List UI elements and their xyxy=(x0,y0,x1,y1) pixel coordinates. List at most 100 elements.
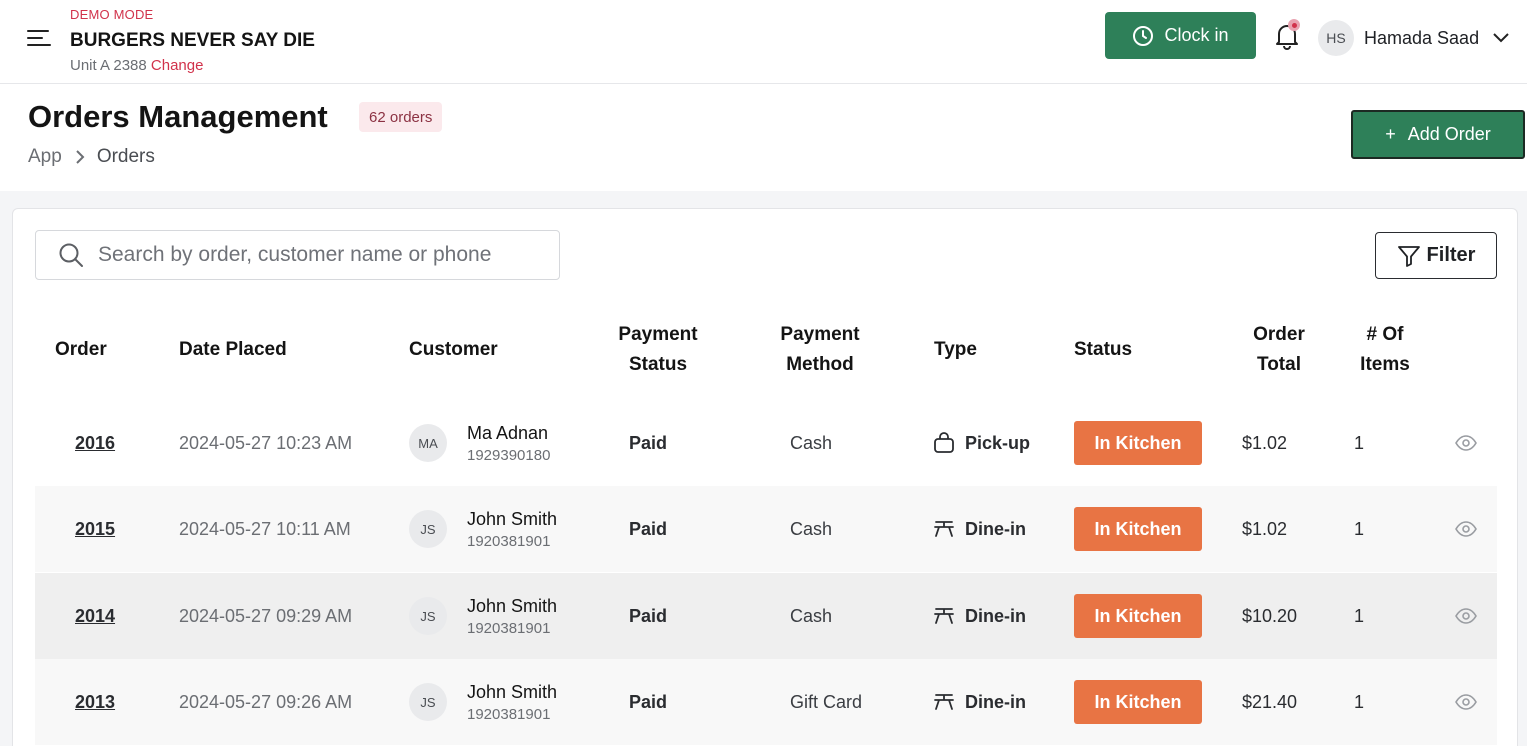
clock-in-label: Clock in xyxy=(1164,25,1229,45)
customer-phone: 1920381901 xyxy=(467,532,551,550)
user-name: Hamada Saad xyxy=(1364,27,1480,48)
order-type: Dine-in xyxy=(965,518,1026,539)
payment-status: Paid xyxy=(629,605,668,626)
menu-icon[interactable] xyxy=(27,27,53,49)
header-customer[interactable]: Customer xyxy=(409,335,498,365)
eye-icon[interactable] xyxy=(1455,608,1477,624)
notification-dot xyxy=(1288,19,1300,31)
order-number-link[interactable]: 2016 xyxy=(75,433,115,454)
payment-status: Paid xyxy=(629,518,668,539)
customer-name: John Smith xyxy=(467,681,558,702)
header-order-total-line2: Total xyxy=(1257,354,1301,375)
clock-in-button[interactable]: Clock in xyxy=(1105,12,1256,59)
status-badge: In Kitchen xyxy=(1074,680,1202,724)
customer-phone: 1920381901 xyxy=(467,705,551,723)
customer-name: John Smith xyxy=(467,508,558,529)
customer-name: Ma Adnan xyxy=(467,422,549,443)
clock-icon xyxy=(1133,25,1154,46)
header-status[interactable]: Status xyxy=(1074,335,1132,365)
change-unit-link[interactable]: Change xyxy=(151,57,204,74)
table-row[interactable]: 2016 2024-05-27 10:23 AM MA Ma Adnan 192… xyxy=(35,400,1497,486)
order-number-link[interactable]: 2014 xyxy=(75,606,115,627)
notifications-button[interactable] xyxy=(1274,19,1302,52)
customer-phone: 1920381901 xyxy=(467,619,551,637)
header-type[interactable]: Type xyxy=(934,335,977,365)
table-row[interactable]: 2014 2024-05-27 09:29 AM JS John Smith 1… xyxy=(35,573,1497,659)
customer-name: John Smith xyxy=(467,595,558,616)
user-menu[interactable]: HS Hamada Saad xyxy=(1318,20,1509,56)
breadcrumb-orders: Orders xyxy=(96,146,155,167)
table-icon xyxy=(934,521,954,537)
item-count: 1 xyxy=(1354,691,1365,712)
order-type: Dine-in xyxy=(965,605,1026,626)
bag-icon xyxy=(934,432,954,453)
eye-icon[interactable] xyxy=(1455,694,1477,710)
date-placed: 2024-05-27 10:23 AM xyxy=(179,432,353,453)
demo-mode-label: DEMO MODE xyxy=(70,7,154,22)
table-icon xyxy=(934,608,954,624)
item-count: 1 xyxy=(1354,432,1365,453)
page-title: Orders Management xyxy=(28,99,328,134)
breadcrumb-app[interactable]: App xyxy=(28,146,62,168)
table-icon xyxy=(934,694,954,710)
header-payment-status[interactable]: Payment Status xyxy=(607,320,709,380)
orders-card: Filter Order Date Placed Customer Paymen… xyxy=(12,208,1518,746)
eye-icon[interactable] xyxy=(1455,435,1477,451)
filter-icon xyxy=(1397,245,1420,267)
brand-name: BURGERS NEVER SAY DIE xyxy=(70,30,315,51)
header-payment-status-line2: Status xyxy=(628,354,688,375)
order-type: Pick-up xyxy=(965,432,1031,453)
breadcrumb: App Orders xyxy=(28,146,155,168)
eye-icon[interactable] xyxy=(1455,521,1477,537)
payment-method: Cash xyxy=(790,605,833,626)
date-placed: 2024-05-27 09:26 AM xyxy=(179,691,353,712)
header-order-total-line1: Order xyxy=(1253,324,1305,345)
header-payment-method-line2: Method xyxy=(786,354,854,375)
filter-button[interactable]: Filter xyxy=(1375,232,1497,279)
add-order-button[interactable]: + Add Order xyxy=(1351,110,1525,159)
order-total: $1.02 xyxy=(1242,432,1288,453)
avatar: HS xyxy=(1318,20,1354,56)
order-type: Dine-in xyxy=(965,691,1026,712)
order-total: $10.20 xyxy=(1242,605,1298,626)
search-input[interactable] xyxy=(98,243,538,267)
unit-label: Unit A 2388 Change xyxy=(70,57,203,74)
status-badge: In Kitchen xyxy=(1074,507,1202,551)
header-payment-method[interactable]: Payment Method xyxy=(768,320,872,380)
header-order[interactable]: Order xyxy=(55,335,107,365)
search-icon xyxy=(58,242,84,268)
header-items[interactable]: # Of Items xyxy=(1350,320,1420,380)
payment-status: Paid xyxy=(629,432,668,453)
order-total: $1.02 xyxy=(1242,518,1288,539)
unit-name: Unit A 2388 xyxy=(70,57,147,74)
order-number-link[interactable]: 2015 xyxy=(75,519,115,540)
payment-method: Cash xyxy=(790,432,833,453)
order-count-badge: 62 orders xyxy=(359,102,443,132)
payment-status: Paid xyxy=(629,691,668,712)
header-payment-method-line1: Payment xyxy=(780,324,860,345)
customer-avatar: JS xyxy=(409,510,447,548)
order-number-link[interactable]: 2013 xyxy=(75,692,115,713)
payment-method: Cash xyxy=(790,518,833,539)
header-payment-status-line1: Payment xyxy=(618,324,698,345)
header-order-total[interactable]: Order Total xyxy=(1239,320,1319,380)
order-total: $21.40 xyxy=(1242,691,1298,712)
status-badge: In Kitchen xyxy=(1074,594,1202,638)
add-order-label: Add Order xyxy=(1407,124,1491,144)
item-count: 1 xyxy=(1354,518,1365,539)
customer-phone: 1929390180 xyxy=(467,446,551,464)
header-items-line2: Items xyxy=(1360,354,1410,375)
date-placed: 2024-05-27 09:29 AM xyxy=(179,605,353,626)
header-date-placed[interactable]: Date Placed xyxy=(179,335,287,365)
search-box[interactable] xyxy=(35,230,560,280)
date-placed: 2024-05-27 10:11 AM xyxy=(179,518,351,539)
chevron-right-icon xyxy=(76,150,85,164)
plus-icon: + xyxy=(1385,124,1396,144)
filter-label: Filter xyxy=(1426,244,1476,266)
table-row[interactable]: 2015 2024-05-27 10:11 AM JS John Smith 1… xyxy=(35,486,1497,572)
payment-method: Gift Card xyxy=(790,691,863,712)
top-bar: DEMO MODE BURGERS NEVER SAY DIE Unit A 2… xyxy=(0,0,1527,84)
status-badge: In Kitchen xyxy=(1074,421,1202,465)
chevron-down-icon xyxy=(1493,33,1509,43)
table-row[interactable]: 2013 2024-05-27 09:26 AM JS John Smith 1… xyxy=(35,659,1497,745)
